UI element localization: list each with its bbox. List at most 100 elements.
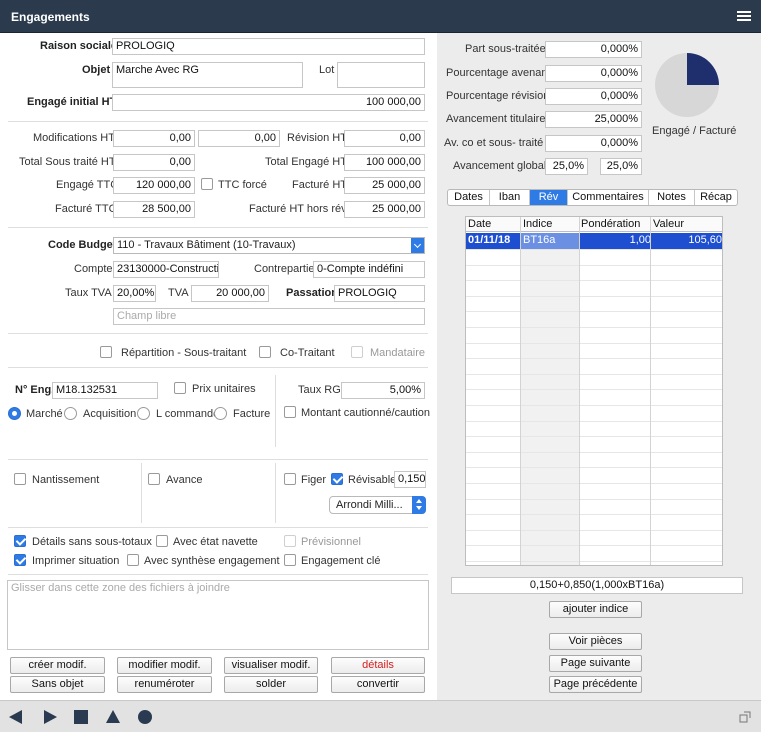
- solder-button[interactable]: solder: [224, 676, 318, 693]
- passation-field[interactable]: PROLOGIQ: [334, 285, 425, 302]
- part-sous-traitee-field[interactable]: 0,000%: [545, 41, 642, 58]
- mandataire-checkbox: [351, 346, 363, 358]
- tab-notes[interactable]: Notes: [649, 190, 695, 205]
- avancement-global-field-2[interactable]: 25,0%: [600, 158, 642, 175]
- co-traitant-checkbox[interactable]: [259, 346, 271, 358]
- taux-tva-field[interactable]: 20,00%: [113, 285, 156, 302]
- details-button[interactable]: détails: [331, 657, 425, 674]
- avancement-global-field-1[interactable]: 25,0%: [545, 158, 588, 175]
- column-header-valeur[interactable]: Valeur: [653, 218, 684, 230]
- resize-icon[interactable]: [739, 711, 751, 723]
- facture-ht-hors-rev-field[interactable]: 25 000,00: [344, 201, 425, 218]
- circle-icon[interactable]: [137, 709, 153, 725]
- total-sous-traite-label: Total Sous traité HT: [19, 156, 116, 168]
- engagement-cle-checkbox[interactable]: [284, 554, 296, 566]
- contrepartie-field[interactable]: 0-Compte indéfini: [313, 261, 425, 278]
- facture-ht-field[interactable]: 25 000,00: [344, 177, 425, 194]
- prix-unitaires-checkbox[interactable]: [174, 382, 186, 394]
- row-divider: [466, 436, 722, 437]
- champ-libre-field[interactable]: Champ libre: [113, 308, 425, 325]
- tab-iban[interactable]: Iban: [490, 190, 530, 205]
- montant-caution-checkbox[interactable]: [284, 406, 296, 418]
- divider: [8, 367, 428, 368]
- ajouter-indice-button[interactable]: ajouter indice: [549, 601, 642, 618]
- type-label-l-commande: L commande: [156, 408, 220, 420]
- column-header-date[interactable]: Date: [468, 218, 491, 230]
- tab-recap[interactable]: Récap: [695, 190, 737, 205]
- figer-checkbox[interactable]: [284, 473, 296, 485]
- modifications-ht-field-2[interactable]: 0,00: [198, 130, 280, 147]
- nantissement-checkbox[interactable]: [14, 473, 26, 485]
- modifier-modif-button[interactable]: modifier modif.: [117, 657, 212, 674]
- n-eng-label: N° Eng.: [15, 384, 55, 396]
- av-co-sous-traite-field[interactable]: 0,000%: [545, 135, 642, 152]
- total-sous-traite-field[interactable]: 0,00: [113, 154, 195, 171]
- code-budget-select[interactable]: 110 - Travaux Bâtiment (10-Travaux): [113, 237, 425, 254]
- ttc-force-checkbox[interactable]: [201, 178, 213, 190]
- revisable-coefficient-field[interactable]: 0,150: [394, 471, 426, 488]
- revision-index-table[interactable]: Date Indice Pondération Valeur 01/11/18 …: [465, 216, 723, 566]
- column-divider: [579, 217, 580, 565]
- type-radio-facture[interactable]: [214, 407, 227, 420]
- facture-ttc-field[interactable]: 28 500,00: [113, 201, 195, 218]
- column-header-indice[interactable]: Indice: [523, 218, 552, 230]
- voir-pieces-button[interactable]: Voir pièces: [549, 633, 642, 650]
- eject-triangle-icon[interactable]: [105, 709, 121, 724]
- page-suivante-button[interactable]: Page suivante: [549, 655, 642, 672]
- type-radio-marche[interactable]: [8, 407, 21, 420]
- lot-field[interactable]: [337, 62, 425, 88]
- revision-ht-field[interactable]: 0,00: [344, 130, 425, 147]
- avancement-titulaire-field[interactable]: 25,000%: [545, 111, 642, 128]
- convertir-button[interactable]: convertir: [331, 676, 425, 693]
- raison-sociale-field[interactable]: PROLOGIQ: [112, 38, 425, 55]
- compte-field[interactable]: 23130000-Constructic: [113, 261, 219, 278]
- column-header-ponderation[interactable]: Pondération: [581, 218, 640, 230]
- previous-triangle-icon[interactable]: [8, 710, 24, 724]
- renumeroter-button[interactable]: renuméroter: [117, 676, 212, 693]
- imprimer-situation-checkbox[interactable]: [14, 554, 26, 566]
- revision-formula-field[interactable]: 0,150+0,850(1,000xBT16a): [451, 577, 743, 594]
- avance-checkbox[interactable]: [148, 473, 160, 485]
- row-divider: [466, 561, 722, 562]
- stop-square-icon[interactable]: [74, 710, 88, 724]
- type-radio-l-commande[interactable]: [137, 407, 150, 420]
- engage-initial-field[interactable]: 100 000,00: [112, 94, 425, 111]
- details-sans-sous-totaux-checkbox[interactable]: [14, 535, 26, 547]
- repartition-checkbox[interactable]: [100, 346, 112, 358]
- facture-ht-hors-rev-label: Facturé HT hors rév.: [249, 203, 349, 215]
- modifications-ht-field[interactable]: 0,00: [113, 130, 195, 147]
- page-precedente-button[interactable]: Page précédente: [549, 676, 642, 693]
- cell-valeur: 105,60: [688, 234, 722, 246]
- total-engage-ht-label: Total Engagé HT: [265, 156, 347, 168]
- avec-synthese-checkbox[interactable]: [127, 554, 139, 566]
- co-traitant-label: Co-Traitant: [280, 347, 335, 359]
- type-radio-acquisition[interactable]: [64, 407, 77, 420]
- tab-rev[interactable]: Rév: [530, 190, 568, 205]
- visualiser-modif-button[interactable]: visualiser modif.: [224, 657, 318, 674]
- tva-field[interactable]: 20 000,00: [191, 285, 269, 302]
- n-eng-field[interactable]: M18.132531: [52, 382, 158, 399]
- code-budget-value: 110 - Travaux Bâtiment (10-Travaux): [117, 239, 296, 251]
- tab-commentaires[interactable]: Commentaires: [568, 190, 649, 205]
- cell-date: 01/11/18: [468, 234, 511, 246]
- sans-objet-button[interactable]: Sans objet: [10, 676, 105, 693]
- montant-caution-label: Montant cautionné/caution: [301, 407, 431, 419]
- pie-slice-facture: [687, 53, 719, 85]
- revisable-checkbox[interactable]: [331, 473, 343, 485]
- row-divider: [466, 545, 722, 546]
- arrondi-select[interactable]: Arrondi Milli...: [329, 496, 426, 514]
- total-engage-ht-field[interactable]: 100 000,00: [344, 154, 425, 171]
- cell-ponderation: 1,00: [629, 234, 651, 246]
- engage-ttc-field[interactable]: 120 000,00: [113, 177, 195, 194]
- divider: [8, 227, 428, 228]
- file-drop-zone[interactable]: Glisser dans cette zone des fichiers à j…: [7, 580, 429, 650]
- hamburger-menu-icon[interactable]: [737, 11, 751, 22]
- play-icon[interactable]: [42, 710, 58, 724]
- creer-modif-button[interactable]: créer modif.: [10, 657, 105, 674]
- objet-field[interactable]: Marche Avec RG: [112, 62, 303, 88]
- pourcentage-revision-field[interactable]: 0,000%: [545, 88, 642, 105]
- taux-rg-field[interactable]: 5,00%: [341, 382, 425, 399]
- tab-dates[interactable]: Dates: [448, 190, 490, 205]
- pourcentage-avenant-field[interactable]: 0,000%: [545, 65, 642, 82]
- avec-etat-navette-checkbox[interactable]: [156, 535, 168, 547]
